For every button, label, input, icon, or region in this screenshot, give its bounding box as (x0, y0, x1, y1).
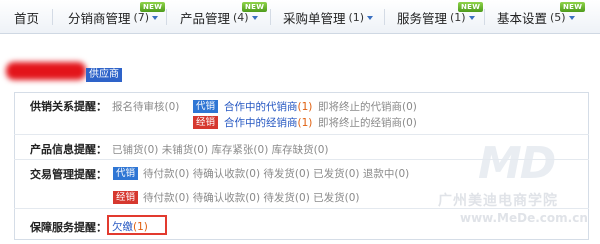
expiring-consignment-item[interactable]: 即将终止的代销商(0) (318, 99, 417, 114)
consignment-tag: 代销 (193, 100, 219, 113)
nav-separator (484, 9, 485, 25)
section-divider (14, 208, 589, 209)
top-nav: 首页 分销商管理 (7) NEW 产品管理 (4) NEW 采购单管理 (1) … (0, 0, 600, 34)
chevron-down-icon (152, 16, 159, 20)
section-divider (14, 134, 589, 135)
trade-reminder-label: 交易管理提醒： (30, 168, 107, 181)
active-consignment-label: 合作中的代销商 (224, 101, 298, 113)
relation-pending-item[interactable]: 报名待审核(0) (112, 99, 179, 114)
active-distribution-label: 合作中的经销商 (224, 117, 298, 129)
product-reminder-label: 产品信息提醒： (30, 143, 107, 156)
watermark-url: www.MeDe.com.cn (460, 211, 588, 225)
active-consignment-link[interactable]: 合作中的代销商(1) (224, 99, 312, 114)
trade-consignment-tag: 代销 (113, 167, 139, 180)
product-status-items[interactable]: 已铺货(0) 未铺货(0) 库存紧张(0) 库存缺货(0) (112, 142, 329, 157)
trade-consignment-items[interactable]: 待付款(0) 待确认收款(0) 待发货(0) 已发货(0) 退款中(0) (143, 166, 409, 181)
active-distribution-link[interactable]: 合作中的经销商(1) (224, 115, 312, 130)
supplier-badge: 供应商 (86, 68, 122, 82)
chevron-down-icon (367, 16, 374, 20)
chevron-down-icon (468, 16, 475, 20)
watermark-name: 广州美迪电商学院 (438, 193, 558, 209)
watermark-logo: MD (478, 138, 556, 189)
nav-settings-count: (5) (550, 10, 566, 24)
relation-pending-count: (0) (164, 101, 180, 113)
redacted-account-name (6, 62, 86, 80)
guarantee-reminder-label: 保障服务提醒： (30, 221, 107, 234)
new-badge: NEW (560, 2, 586, 12)
nav-purchase-label: 采购单管理 (283, 10, 346, 26)
new-badge: NEW (140, 2, 166, 12)
relation-pending-text: 报名待审核 (112, 101, 165, 113)
nav-service-label: 服务管理 (397, 10, 448, 26)
nav-home-label: 首页 (14, 10, 40, 26)
nav-product-label: 产品管理 (180, 10, 231, 26)
nav-product-count: (4) (233, 10, 249, 24)
nav-purchase-management[interactable]: 采购单管理 (1) (283, 0, 374, 34)
new-badge: NEW (458, 2, 484, 12)
nav-service-count: (1) (450, 10, 466, 24)
nav-purchase-count: (1) (348, 10, 365, 24)
nav-settings-label: 基本设置 (497, 10, 548, 26)
chevron-down-icon (568, 16, 575, 20)
distribution-tag: 经销 (193, 116, 219, 129)
nav-separator (166, 9, 167, 25)
relation-reminder-label: 供销关系提醒： (30, 100, 107, 113)
nav-separator (384, 9, 385, 25)
nav-home[interactable]: 首页 (14, 0, 39, 34)
active-consignment-count: (1) (297, 101, 313, 113)
new-badge: NEW (242, 2, 268, 12)
trade-distribution-items[interactable]: 待付款(0) 待确认收款(0) 待发货(0) 已发货(0) (143, 190, 360, 205)
nav-distributor-count: (7) (133, 10, 150, 24)
chevron-down-icon (251, 16, 258, 20)
expiring-distribution-item[interactable]: 即将终止的经销商(0) (318, 115, 417, 130)
nav-separator (52, 9, 53, 25)
nav-distributor-label: 分销商管理 (68, 10, 131, 26)
active-distribution-count: (1) (297, 117, 313, 129)
highlight-box (107, 215, 167, 235)
trade-distribution-tag: 经销 (113, 191, 139, 204)
nav-separator (270, 9, 271, 25)
section-divider (14, 159, 589, 160)
